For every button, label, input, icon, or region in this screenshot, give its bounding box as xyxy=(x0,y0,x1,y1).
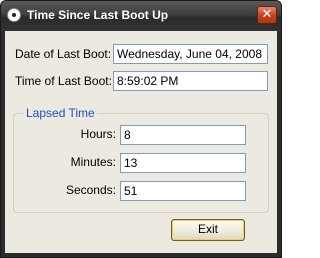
title-bar[interactable]: Time Since Last Boot Up ✕ xyxy=(1,1,281,31)
date-of-last-boot-field[interactable]: Wednesday, June 04, 2008 xyxy=(113,44,268,64)
client-area: Date of Last Boot: Wednesday, June 04, 2… xyxy=(5,31,277,253)
lapsed-time-title: Lapsed Time xyxy=(24,106,97,120)
window-title: Time Since Last Boot Up xyxy=(27,8,169,22)
close-icon: ✕ xyxy=(261,7,273,22)
close-button[interactable]: ✕ xyxy=(257,6,277,24)
time-of-last-boot-label: Time of Last Boot: xyxy=(15,74,112,88)
seconds-label: Seconds: xyxy=(65,183,116,197)
exit-button[interactable]: Exit xyxy=(171,219,245,241)
lapsed-time-group: Lapsed Time Hours: 8 Minutes: 13 Seconds… xyxy=(13,106,269,213)
seconds-field[interactable]: 51 xyxy=(120,181,246,201)
hours-field[interactable]: 8 xyxy=(120,125,246,145)
app-window: Time Since Last Boot Up ✕ Date of Last B… xyxy=(0,0,282,258)
minutes-field[interactable]: 13 xyxy=(120,153,246,173)
app-icon[interactable] xyxy=(7,8,21,22)
time-of-last-boot-field[interactable]: 8:59:02 PM xyxy=(113,71,268,91)
date-of-last-boot-label: Date of Last Boot: xyxy=(15,47,112,61)
minutes-label: Minutes: xyxy=(70,155,116,169)
hours-label: Hours: xyxy=(80,127,116,141)
